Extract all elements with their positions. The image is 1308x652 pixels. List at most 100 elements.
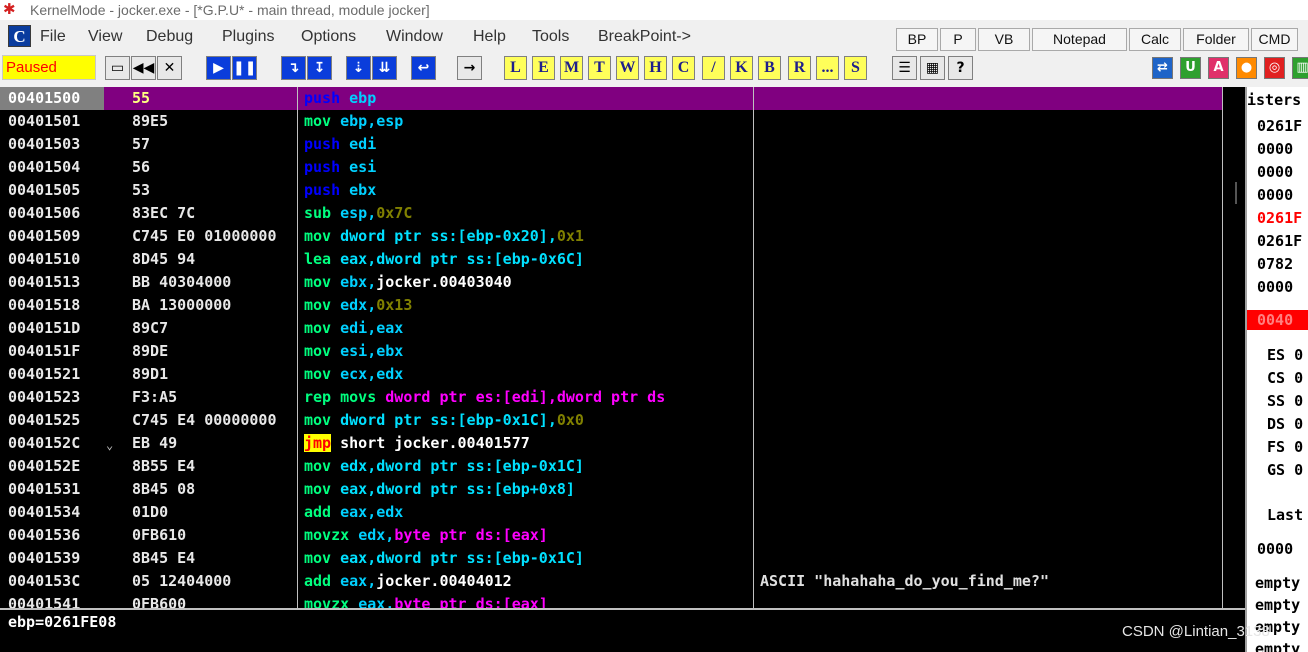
register-value[interactable]: 0782 <box>1257 254 1293 274</box>
disasm-row[interactable]: 00401504 56 push esi <box>0 156 1222 179</box>
execute-till-return-icon[interactable]: ↩ <box>411 56 436 80</box>
disasm-row[interactable]: 00401531 8B45 08 mov eax,dword ptr ss:[ebp… <box>0 478 1222 501</box>
plugin-a-icon[interactable]: A <box>1208 57 1229 79</box>
disasm-row[interactable]: 0040151F 89DE mov esi,ebx <box>0 340 1222 363</box>
folder-button[interactable]: Folder <box>1183 28 1249 51</box>
disassembly-cell: mov ebp,esp <box>304 110 754 133</box>
disasm-row[interactable]: 00401510 8D45 94 lea eax,dword ptr ss:[ebp… <box>0 248 1222 271</box>
disasm-row[interactable]: 00401503 57 push edi <box>0 133 1222 156</box>
threads-window-button[interactable]: T <box>588 56 611 80</box>
disasm-row[interactable]: 0040152C ⌄ EB 49 jmp short jocker.00401577 <box>0 432 1222 455</box>
trace-into-icon[interactable]: ⇣ <box>346 56 371 80</box>
vb-button[interactable]: VB <box>978 28 1030 51</box>
help-button[interactable]: ? <box>948 56 973 80</box>
restart-icon[interactable]: ◀◀ <box>131 56 156 80</box>
menu-view[interactable]: View <box>88 27 122 47</box>
menu-help[interactable]: Help <box>473 27 506 47</box>
menu-file[interactable]: File <box>40 27 66 47</box>
disasm-row[interactable]: 0040152E 8B55 E4 mov edx,dword ptr ss:[ebp… <box>0 455 1222 478</box>
menu-options[interactable]: Options <box>301 27 356 47</box>
fpu-register[interactable]: empty <box>1255 639 1300 652</box>
menu-debug[interactable]: Debug <box>146 27 193 47</box>
fpu-register[interactable]: empty <box>1255 573 1300 593</box>
eip-register-value[interactable]: 0040 <box>1247 310 1308 330</box>
disasm-row[interactable]: 00401539 8B45 E4 mov eax,dword ptr ss:[ebp… <box>0 547 1222 570</box>
calc-button[interactable]: Calc <box>1129 28 1181 51</box>
mnemonic: push <box>304 181 341 199</box>
call-stack-window-button[interactable]: K <box>730 56 753 80</box>
disasm-row[interactable]: 00401521 89D1 mov ecx,edx <box>0 363 1222 386</box>
handles-window-button[interactable]: H <box>644 56 667 80</box>
segment-register[interactable]: DS 0 <box>1267 414 1303 434</box>
source-window-button[interactable]: S <box>844 56 867 80</box>
palette-icon[interactable]: ▦ <box>920 56 945 80</box>
disasm-row[interactable]: 0040151D 89C7 mov edi,eax <box>0 317 1222 340</box>
plugin-green-icon[interactable]: ▥ <box>1292 57 1308 79</box>
memory-window-button[interactable]: M <box>560 56 583 80</box>
menu-plugins[interactable]: Plugins <box>222 27 274 47</box>
trace-over-icon[interactable]: ⇊ <box>372 56 397 80</box>
disasm-row[interactable]: 00401518 BA 13000000 mov edx,0x13 <box>0 294 1222 317</box>
disasm-row[interactable]: 00401523 F3:A5 rep movs dword ptr es:[edi]… <box>0 386 1222 409</box>
address-cell: 00401521 <box>8 365 81 383</box>
register-value[interactable]: 0000 <box>1257 277 1293 297</box>
segment-register[interactable]: GS 0 <box>1267 460 1303 480</box>
segment-register[interactable]: FS 0 <box>1267 437 1303 457</box>
go-to-address-icon[interactable]: → <box>457 56 482 80</box>
cmd-button[interactable]: CMD <box>1251 28 1298 51</box>
register-value[interactable]: 0000 <box>1257 162 1293 182</box>
register-value[interactable]: 0000 <box>1257 185 1293 205</box>
mnemonic: sub <box>304 204 332 222</box>
close-icon[interactable]: ✕ <box>157 56 182 80</box>
disasm-row[interactable]: 00401509 C745 E0 01000000 mov dword ptr ss… <box>0 225 1222 248</box>
segment-register[interactable]: CS 0 <box>1267 368 1303 388</box>
refresh-icon[interactable]: ⇄ <box>1152 57 1173 79</box>
disasm-row[interactable]: 00401534 01D0 add eax,edx <box>0 501 1222 524</box>
disassembly-pane[interactable]: 00401500 55 push ebp 00401501 89E5 mov ebp,es… <box>0 87 1245 608</box>
registers-pane[interactable]: isters 0261F 0000 0000 0000 0261F 0261F … <box>1247 87 1308 652</box>
plugin-u-icon[interactable]: U <box>1180 57 1201 79</box>
register-value-changed[interactable]: 0261F <box>1257 208 1302 228</box>
references-window-button[interactable]: R <box>788 56 811 80</box>
menu-breakpoint[interactable]: BreakPoint-> <box>598 27 691 47</box>
disasm-row[interactable]: 00401525 C745 E4 00000000 mov dword ptr ss… <box>0 409 1222 432</box>
target-icon[interactable]: ◎ <box>1264 57 1285 79</box>
cpu-window-icon[interactable]: C <box>8 25 31 47</box>
notepad-button[interactable]: Notepad <box>1032 28 1127 51</box>
disasm-row-selected[interactable]: 00401500 55 push ebp <box>0 87 1222 110</box>
register-value[interactable]: 0000 <box>1257 539 1293 559</box>
open-folder-icon[interactable]: ▭ <box>105 56 130 80</box>
menu-tools[interactable]: Tools <box>532 27 569 47</box>
list-icon[interactable]: ☰ <box>892 56 917 80</box>
disasm-row[interactable]: 00401536 0FB610 movzx edx,byte ptr ds:[eax… <box>0 524 1222 547</box>
bp-button[interactable]: BP <box>896 28 938 51</box>
run-icon[interactable]: ▶ <box>206 56 231 80</box>
patches-window-button[interactable]: / <box>702 56 725 80</box>
disasm-row[interactable]: 00401505 53 push ebx <box>0 179 1222 202</box>
step-over-icon[interactable]: ↧ <box>307 56 332 80</box>
vertical-scrollbar[interactable] <box>1235 182 1237 204</box>
mnemonic: mov <box>304 273 332 291</box>
register-value[interactable]: 0261F <box>1257 116 1302 136</box>
disasm-row[interactable]: 0040153C 05 12404000 add eax,jocker.004040… <box>0 570 1222 593</box>
disasm-row[interactable]: 00401513 BB 40304000 mov ebx,jocker.004030… <box>0 271 1222 294</box>
breakpoints-window-button[interactable]: B <box>758 56 781 80</box>
segment-register[interactable]: SS 0 <box>1267 391 1303 411</box>
windows-window-button[interactable]: W <box>616 56 639 80</box>
disasm-row[interactable]: 00401501 89E5 mov ebp,esp <box>0 110 1222 133</box>
run-trace-window-button[interactable]: ... <box>816 56 839 80</box>
menu-window[interactable]: Window <box>386 27 443 47</box>
p-button[interactable]: P <box>940 28 976 51</box>
disasm-row[interactable]: 00401506 83EC 7C sub esp,0x7C <box>0 202 1222 225</box>
step-into-icon[interactable]: ↴ <box>281 56 306 80</box>
register-value[interactable]: 0261F <box>1257 231 1302 251</box>
record-icon[interactable]: ● <box>1236 57 1257 79</box>
modules-window-button[interactable]: E <box>532 56 555 80</box>
disasm-row[interactable]: 00401541 0FB600 movzx eax,byte ptr ds:[eax… <box>0 593 1222 608</box>
register-value[interactable]: 0000 <box>1257 139 1293 159</box>
pause-icon[interactable]: ❚❚ <box>232 56 257 80</box>
segment-register[interactable]: ES 0 <box>1267 345 1303 365</box>
log-window-button[interactable]: L <box>504 56 527 80</box>
cpu-window-button[interactable]: C <box>672 56 695 80</box>
fpu-register[interactable]: empty <box>1255 595 1300 615</box>
